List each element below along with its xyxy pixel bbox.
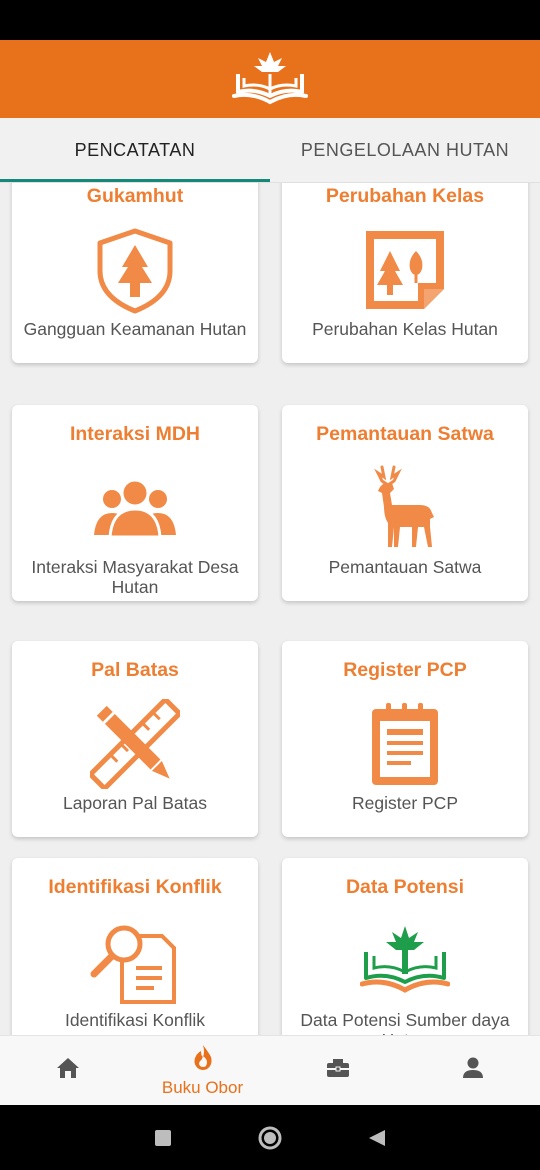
card-title: Interaksi MDH (69, 423, 201, 445)
nav-buku-obor[interactable]: Buku Obor (135, 1036, 270, 1105)
card-gukamhut[interactable]: Gukamhut Gangguan Keamanan Hutan (12, 183, 258, 363)
card-identifikasi-konflik[interactable]: Identifikasi Konflik Identifikasi Konfli… (12, 858, 258, 1035)
card-title: Perubahan Kelas (325, 185, 485, 207)
card-description: Gangguan Keamanan Hutan (23, 319, 247, 339)
card-title: Data Potensi (345, 876, 465, 898)
card-pemantauan-satwa[interactable]: Pemantauan Satwa Pemantauan Satwa (282, 405, 528, 601)
circle-icon (258, 1126, 282, 1149)
card-interaksi-mdh[interactable]: Interaksi MDH Interaksi Masyarakat Desa … (12, 405, 258, 601)
card-description: Identifikasi Konflik (64, 1010, 206, 1030)
recent-apps-button[interactable] (143, 1118, 183, 1158)
card-perubahan-kelas[interactable]: Perubahan Kelas Perubahan Kelas Hutan (282, 183, 528, 363)
magnifier-document-icon (90, 916, 180, 1006)
card-title: Identifikasi Konflik (48, 876, 222, 898)
card-description: Data Potensi Sumber daya Hutan (300, 1010, 510, 1035)
person-icon (459, 1054, 487, 1087)
card-title: Pal Batas (91, 659, 179, 681)
card-pal-batas[interactable]: Pal Batas Laporan Pal Batas (12, 641, 258, 837)
card-description: Register PCP (351, 793, 458, 813)
book-tree-icon (359, 916, 451, 1006)
shield-tree-icon (90, 225, 180, 315)
home-icon (54, 1054, 82, 1087)
card-data-potensi[interactable]: Data Potensi Data Potensi Sumber daya Hu… (282, 858, 528, 1035)
nav-briefcase[interactable] (270, 1036, 405, 1105)
card-title: Register PCP (343, 659, 467, 681)
ruler-pencil-icon (86, 695, 184, 793)
status-bar (0, 0, 540, 40)
app-header (0, 40, 540, 118)
bottom-navigation: Buku Obor (0, 1035, 540, 1105)
nav-profile[interactable] (405, 1036, 540, 1105)
home-button[interactable] (250, 1118, 290, 1158)
menu-grid: Gukamhut Gangguan Keamanan Hutan Perubah… (0, 183, 540, 1035)
card-title: Pemantauan Satwa (316, 423, 494, 445)
notepad-icon (360, 699, 450, 789)
nav-home[interactable] (0, 1036, 135, 1105)
tab-pengelolaan-hutan[interactable]: PENGELOLAAN HUTAN (270, 118, 540, 182)
system-navigation-bar (0, 1105, 540, 1170)
flame-icon (189, 1043, 217, 1076)
deer-icon (360, 463, 450, 553)
card-title: Gukamhut (86, 185, 184, 207)
card-register-pcp[interactable]: Register PCP Register PCP (282, 641, 528, 837)
card-description: Laporan Pal Batas (63, 793, 207, 813)
book-tree-logo-icon (230, 48, 310, 111)
card-description: Interaksi Masyarakat Desa Hutan (31, 557, 239, 597)
briefcase-icon (324, 1054, 352, 1087)
back-triangle-icon (368, 1129, 385, 1146)
people-group-icon (90, 463, 180, 553)
tab-pencatatan[interactable]: PENCATATAN (0, 118, 270, 182)
tab-bar: PENCATATAN PENGELOLAAN HUTAN (0, 118, 540, 183)
nav-label: Buku Obor (161, 1078, 244, 1097)
square-icon (155, 1129, 172, 1146)
forest-map-icon (360, 225, 450, 315)
card-description: Perubahan Kelas Hutan (312, 319, 498, 339)
back-button[interactable] (357, 1118, 397, 1158)
card-description: Pemantauan Satwa (328, 557, 482, 577)
